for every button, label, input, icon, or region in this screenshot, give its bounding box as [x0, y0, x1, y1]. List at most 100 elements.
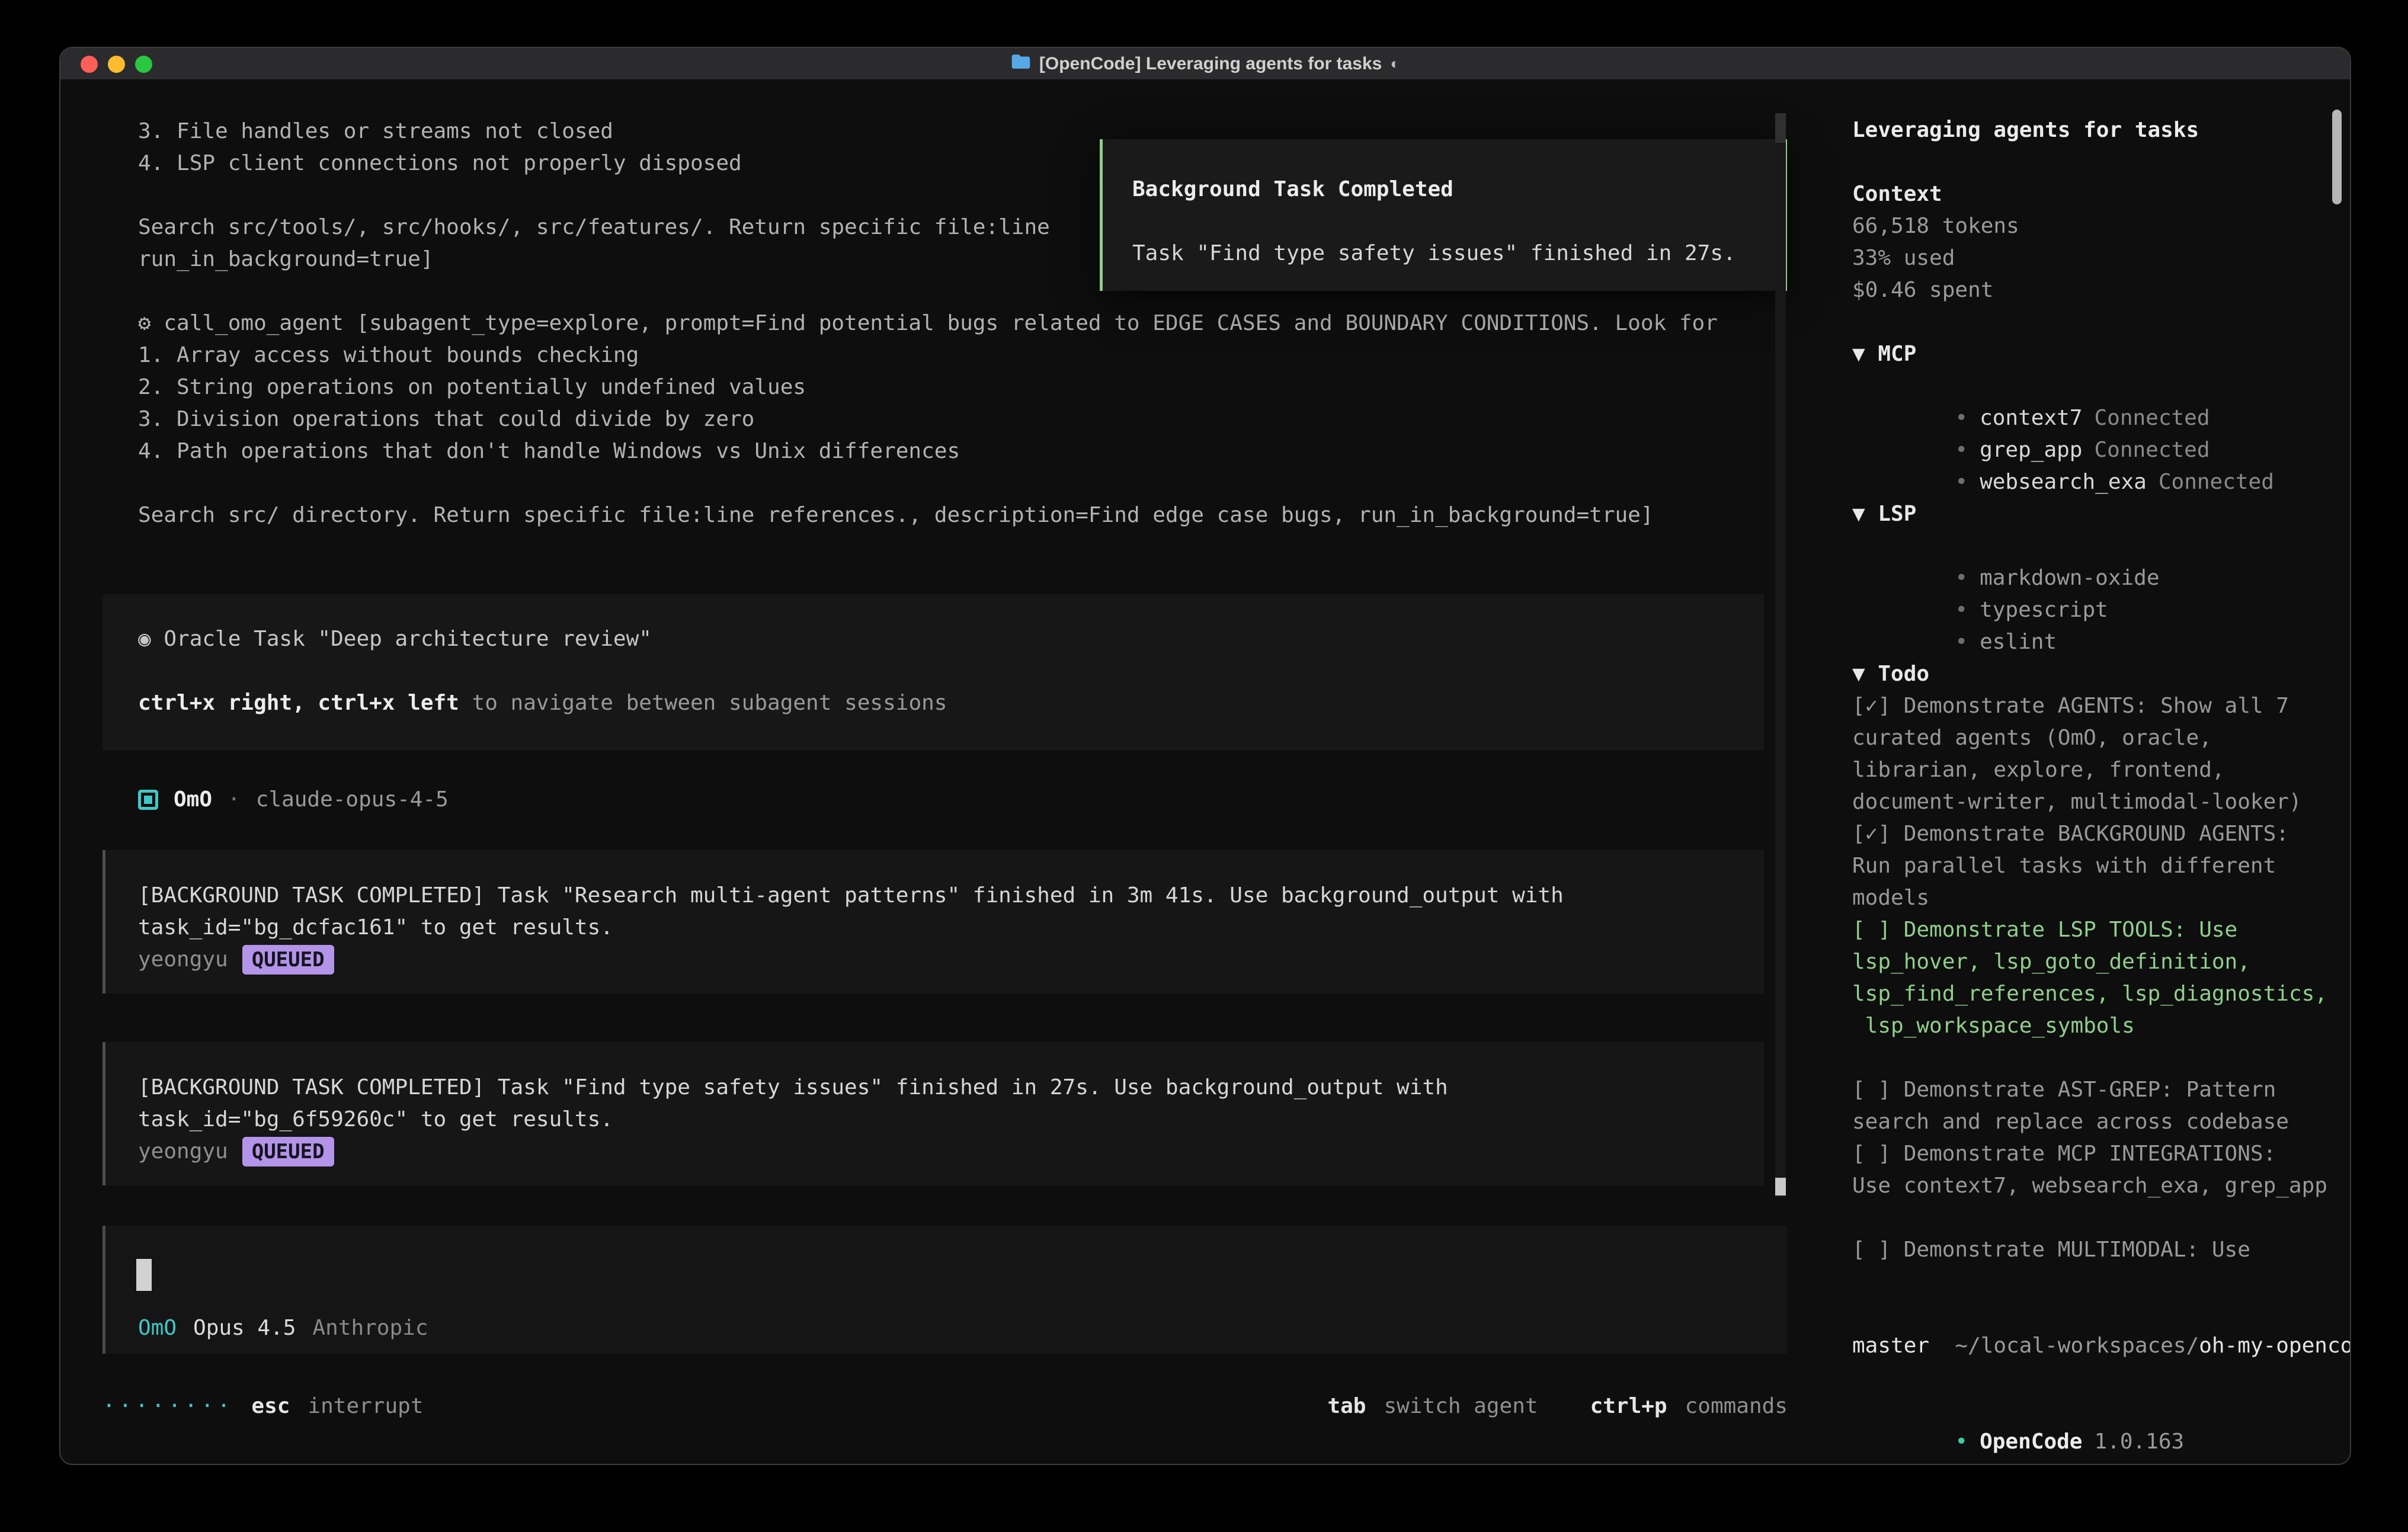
todo-item-line: Use context7, websearch_exa, grep_app — [1852, 1170, 2338, 1202]
scrollback-line: 1. Array access without bounds checking — [138, 339, 1718, 371]
app-version: 1.0.163 — [2094, 1430, 2184, 1454]
input-meta: OmO Opus 4.5 Anthropic — [138, 1312, 428, 1344]
minimize-button[interactable] — [108, 56, 125, 73]
bullet-icon: • — [1955, 630, 1968, 654]
todo-item-line: document-writer, multimodal-looker) — [1852, 786, 2338, 818]
message-text: [BACKGROUND TASK COMPLETED] Task "Resear… — [138, 880, 1764, 912]
tab-key-label: switch agent — [1384, 1390, 1538, 1422]
message-text: task_id="bg_6f59260c" to get results. — [138, 1104, 1764, 1136]
todo-item-line: lsp_hover, lsp_goto_definition, — [1852, 946, 2338, 978]
spacer-line — [138, 467, 1718, 499]
mcp-heading[interactable]: ▼ MCP — [1852, 338, 2338, 370]
todo-item-line: [ ] Demonstrate MULTIMODAL: Use — [1852, 1234, 2338, 1266]
mcp-name: websearch_exa — [1980, 470, 2147, 494]
scrollback-line: 2. String operations on potentially unde… — [138, 371, 1718, 403]
mcp-item: •context7Connected — [1852, 370, 2338, 402]
terminal-window: [OpenCode] Leveraging agents for tasks ◐… — [59, 47, 2351, 1465]
spacer-line — [1852, 1202, 2338, 1234]
window-titlebar[interactable]: [OpenCode] Leveraging agents for tasks ◐ — [60, 48, 2350, 80]
todo-item-line: lsp_find_references, lsp_diagnostics, — [1852, 978, 2338, 1010]
todo-heading[interactable]: ▼ Todo — [1852, 658, 2338, 690]
bullet-icon: • — [1955, 598, 1968, 622]
status-bar: ········ esc interrupt tab switch agent … — [103, 1390, 1788, 1422]
close-button[interactable] — [81, 56, 98, 73]
agent-separator: · — [228, 784, 241, 816]
session-title: Leveraging agents for tasks — [1852, 114, 2338, 146]
zoom-button[interactable] — [135, 56, 152, 73]
oracle-task-panel: ◉ Oracle Task "Deep architecture review"… — [103, 594, 1764, 750]
todo-item-line: models — [1852, 882, 2338, 914]
lsp-name: markdown-oxide — [1980, 566, 2159, 590]
queued-status-badge: QUEUED — [242, 945, 334, 975]
bullet-icon: • — [1955, 406, 1968, 430]
message-text: [BACKGROUND TASK COMPLETED] Task "Find t… — [138, 1072, 1764, 1104]
message-card: [BACKGROUND TASK COMPLETED] Task "Find t… — [103, 1042, 1764, 1185]
todo-item-line: Run parallel tasks with different — [1852, 850, 2338, 882]
agent-model: claude-opus-4-5 — [256, 784, 449, 816]
bullet-icon: • — [1955, 1430, 1968, 1454]
message-author: yeongyu — [138, 944, 228, 976]
context-used: 33% used — [1852, 242, 2338, 274]
commands-key-hint: ctrl+p — [1590, 1390, 1667, 1422]
hint-text: to navigate between subagent sessions — [459, 691, 947, 715]
message-text: task_id="bg_dcfac161" to get results. — [138, 912, 1764, 944]
app-name: OpenCode — [1980, 1430, 2082, 1454]
scrollback-line: Search src/ directory. Return specific f… — [138, 499, 1718, 531]
scrollback-line: 4. Path operations that don't handle Win… — [138, 435, 1718, 467]
traffic-lights — [81, 56, 152, 73]
window-title-text: [OpenCode] Leveraging agents for tasks — [1039, 54, 1382, 74]
workspace-repo: oh-my-opencode: — [2199, 1334, 2351, 1358]
context-heading: Context — [1852, 178, 2338, 210]
bullet-icon: • — [1955, 566, 1968, 590]
lsp-name: eslint — [1980, 630, 2057, 654]
esc-key-label: interrupt — [308, 1390, 423, 1422]
todo-item-line: curated agents (OmO, oracle, — [1852, 722, 2338, 754]
mcp-status: Connected — [2094, 438, 2210, 462]
toast-body: Task "Find type safety issues" finished … — [1132, 238, 1760, 270]
workspace-path-prefix: ~/local-workspaces/ — [1955, 1334, 2199, 1358]
status-left: ········ esc interrupt — [103, 1390, 424, 1422]
lsp-name: typescript — [1980, 598, 2108, 622]
prompt-input[interactable]: OmO Opus 4.5 Anthropic — [103, 1226, 1787, 1354]
scrollback-line: 3. Division operations that could divide… — [138, 403, 1718, 435]
mcp-status: Connected — [2094, 406, 2210, 430]
esc-key-hint: esc — [251, 1390, 290, 1422]
main-scrollbar-track[interactable] — [1775, 113, 1786, 1197]
main-scrollbar-segment[interactable] — [1775, 113, 1786, 143]
message-author: yeongyu — [138, 1136, 228, 1168]
message-card: [BACKGROUND TASK COMPLETED] Task "Resear… — [103, 850, 1764, 993]
main-scrollbar-thumb[interactable] — [1775, 1178, 1786, 1196]
agent-name: OmO — [174, 784, 212, 816]
oracle-task-title: ◉ Oracle Task "Deep architecture review" — [138, 623, 1764, 655]
text-cursor — [136, 1259, 152, 1291]
session-state-icon: ◐ — [1390, 55, 1400, 73]
folder-icon — [1011, 53, 1031, 75]
message-meta: yeongyu QUEUED — [138, 1136, 1764, 1168]
todo-item-line: [ ] Demonstrate MCP INTEGRATIONS: — [1852, 1138, 2338, 1170]
mcp-status: Connected — [2159, 470, 2274, 494]
input-model-name: Opus 4.5 — [193, 1312, 296, 1344]
subagent-nav-hint: ctrl+x right, ctrl+x left to navigate be… — [138, 687, 1764, 719]
status-right: tab switch agent ctrl+p commands — [1327, 1390, 1788, 1422]
window-title: [OpenCode] Leveraging agents for tasks ◐ — [1011, 53, 1400, 75]
bullet-icon: • — [1955, 438, 1968, 462]
todo-item-line: [ ] Demonstrate LSP TOOLS: Use — [1852, 914, 2338, 946]
lsp-item: •markdown-oxide — [1852, 530, 2338, 562]
agent-icon — [138, 790, 158, 810]
sidebar-scrollbar-thumb[interactable] — [2332, 110, 2342, 204]
terminal-main-pane: 3. File handles or streams not closed 4.… — [60, 80, 1819, 1465]
spacer-line — [1852, 1042, 2338, 1074]
agent-header: OmO · claude-opus-4-5 — [138, 784, 449, 816]
spacer-line — [1852, 306, 2338, 338]
input-provider-name: Anthropic — [312, 1312, 428, 1344]
workspace-path: ~/local-workspaces/oh-my-opencode: — [1852, 1298, 2338, 1330]
spacer-line — [1852, 1266, 2338, 1298]
version-line: •OpenCode1.0.163 — [1852, 1394, 2338, 1426]
context-tokens: 66,518 tokens — [1852, 210, 2338, 242]
todo-item-line: search and replace across codebase — [1852, 1106, 2338, 1138]
spinner-dots-icon: ········ — [103, 1390, 233, 1422]
tab-key-hint: tab — [1327, 1390, 1366, 1422]
background-task-toast[interactable]: Background Task Completed Task "Find typ… — [1100, 139, 1787, 291]
todo-item-line: [ ] Demonstrate AST-GREP: Pattern — [1852, 1074, 2338, 1106]
todo-item-line: librarian, explore, frontend, — [1852, 754, 2338, 786]
